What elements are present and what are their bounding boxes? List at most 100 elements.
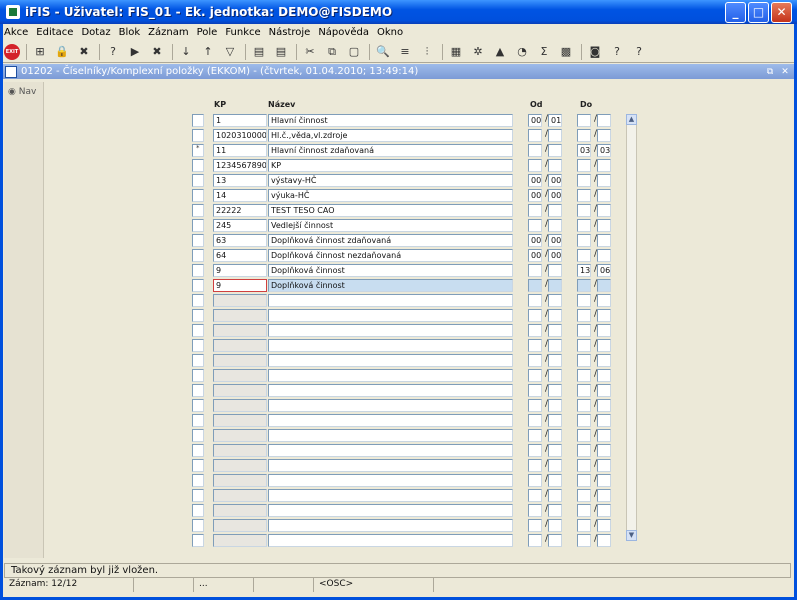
do-day-field[interactable] (577, 354, 591, 367)
od-month-field[interactable] (548, 519, 562, 532)
tree-icon[interactable]: ⫶ (418, 43, 436, 61)
kp-field[interactable]: 1234567890 (213, 159, 267, 172)
do-day-field[interactable] (577, 399, 591, 412)
od-month-field[interactable]: 00 (548, 189, 562, 202)
row-selector[interactable] (192, 519, 204, 532)
row-selector[interactable] (192, 444, 204, 457)
row-selector[interactable] (192, 129, 204, 142)
do-month-field[interactable] (597, 474, 611, 487)
do-day-field[interactable] (577, 309, 591, 322)
kp-field[interactable] (213, 414, 267, 427)
od-month-field[interactable] (548, 339, 562, 352)
maximize-button[interactable]: □ (748, 1, 769, 23)
kp-field[interactable] (213, 369, 267, 382)
do-month-field[interactable] (597, 384, 611, 397)
child-window-title-bar[interactable]: 01202 - Číselníky/Komplexní položky (EKK… (2, 64, 795, 79)
kp-field[interactable] (213, 489, 267, 502)
do-day-field[interactable] (577, 384, 591, 397)
do-day-field[interactable] (577, 534, 591, 547)
menu-item-5[interactable]: Pole (197, 27, 218, 38)
row-selector[interactable] (192, 159, 204, 172)
copy-icon[interactable]: ⧉ (323, 43, 341, 61)
do-day-field[interactable] (577, 339, 591, 352)
exit-button[interactable]: EXIT (4, 43, 20, 60)
od-day-field[interactable] (528, 264, 542, 277)
do-month-field[interactable] (597, 189, 611, 202)
kp-field[interactable] (213, 324, 267, 337)
do-month-field[interactable] (597, 129, 611, 142)
do-day-field[interactable] (577, 279, 591, 292)
od-day-field[interactable] (528, 384, 542, 397)
od-month-field[interactable] (548, 324, 562, 337)
menu-item-6[interactable]: Funkce (225, 27, 260, 38)
od-day-field[interactable] (528, 474, 542, 487)
od-day-field[interactable] (528, 414, 542, 427)
row-selector[interactable] (192, 249, 204, 262)
od-day-field[interactable] (528, 159, 542, 172)
settings-icon[interactable]: ✲ (469, 43, 487, 61)
do-day-field[interactable] (577, 249, 591, 262)
nazev-field[interactable] (268, 294, 513, 307)
child-restore-button[interactable]: ⧉ (765, 67, 775, 77)
kp-field[interactable]: 11 (213, 144, 267, 157)
do-day-field[interactable] (577, 324, 591, 337)
row-selector[interactable] (192, 369, 204, 382)
row-selector[interactable] (192, 324, 204, 337)
kp-field[interactable]: 64 (213, 249, 267, 262)
od-day-field[interactable] (528, 369, 542, 382)
window-title-bar[interactable]: iFIS - Uživatel: FIS_01 - Ek. jednotka: … (0, 0, 797, 24)
od-day-field[interactable] (528, 204, 542, 217)
row-selector[interactable] (192, 474, 204, 487)
od-month-field[interactable] (548, 204, 562, 217)
row-selector[interactable] (192, 504, 204, 517)
od-day-field[interactable]: 00 (528, 174, 542, 187)
close-button[interactable]: ✕ (771, 1, 792, 23)
kp-field[interactable] (213, 474, 267, 487)
do-month-field[interactable] (597, 309, 611, 322)
od-month-field[interactable] (548, 489, 562, 502)
nazev-field[interactable]: Vedlejší činnost (268, 219, 513, 232)
row-selector[interactable] (192, 384, 204, 397)
kp-field[interactable] (213, 534, 267, 547)
do-month-field[interactable] (597, 489, 611, 502)
menu-item-8[interactable]: Nápověda (318, 27, 369, 38)
nazev-field[interactable]: Doplňková činnost nezdaňovaná (268, 249, 513, 262)
row-selector[interactable] (192, 264, 204, 277)
scroll-up-button[interactable]: ▲ (626, 114, 637, 125)
od-day-field[interactable] (528, 459, 542, 472)
nazev-field[interactable] (268, 399, 513, 412)
kp-field[interactable]: 1 (213, 114, 267, 127)
menu-item-0[interactable]: Akce (4, 27, 28, 38)
row-selector[interactable] (192, 234, 204, 247)
row-selector[interactable] (192, 354, 204, 367)
do-month-field[interactable] (597, 159, 611, 172)
row-selector[interactable] (192, 534, 204, 547)
nazev-field[interactable] (268, 369, 513, 382)
od-month-field[interactable] (548, 504, 562, 517)
nazev-field[interactable] (268, 309, 513, 322)
do-day-field[interactable] (577, 474, 591, 487)
od-month-field[interactable]: 00 (548, 249, 562, 262)
sort-asc-icon[interactable]: ↓ (177, 43, 195, 61)
od-month-field[interactable] (548, 369, 562, 382)
do-day-field[interactable] (577, 234, 591, 247)
nazev-field[interactable]: Doplňková činnost zdaňovaná (268, 234, 513, 247)
od-month-field[interactable] (548, 144, 562, 157)
nazev-field[interactable]: Hlavní činnost (268, 114, 513, 127)
od-day-field[interactable] (528, 354, 542, 367)
od-month-field[interactable]: 00 (548, 234, 562, 247)
row-selector[interactable] (192, 189, 204, 202)
filter-icon[interactable]: ▽ (221, 43, 239, 61)
od-day-field[interactable] (528, 294, 542, 307)
do-month-field[interactable] (597, 249, 611, 262)
od-month-field[interactable] (548, 474, 562, 487)
row-selector[interactable] (192, 174, 204, 187)
save-icon[interactable]: ◙ (586, 43, 604, 61)
do-day-field[interactable] (577, 414, 591, 427)
od-month-field[interactable] (548, 279, 562, 292)
do-month-field[interactable] (597, 339, 611, 352)
od-day-field[interactable] (528, 534, 542, 547)
row-selector[interactable] (192, 294, 204, 307)
sort-desc-icon[interactable]: ↑ (199, 43, 217, 61)
do-month-field[interactable] (597, 174, 611, 187)
